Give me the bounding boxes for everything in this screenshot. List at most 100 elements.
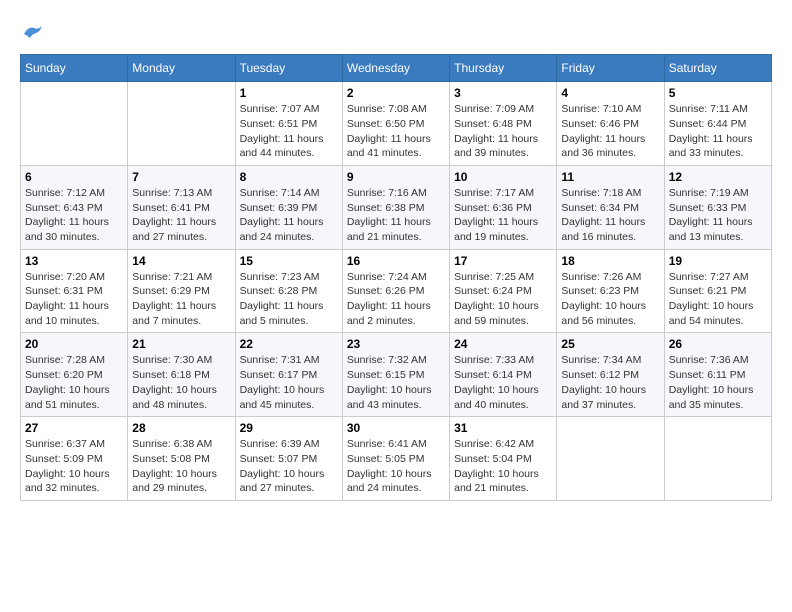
day-number: 28 [132,421,230,435]
day-number: 21 [132,337,230,351]
calendar-day-cell: 9 Sunrise: 7:16 AM Sunset: 6:38 PM Daylig… [342,165,449,249]
day-info: Sunrise: 6:38 AM Sunset: 5:08 PM Dayligh… [132,437,230,496]
day-info: Sunrise: 7:30 AM Sunset: 6:18 PM Dayligh… [132,353,230,412]
day-number: 27 [25,421,123,435]
calendar-day-cell: 22 Sunrise: 7:31 AM Sunset: 6:17 PM Dayli… [235,333,342,417]
day-number: 1 [240,86,338,100]
calendar-week-row: 6Sunrise: 7:12 AM Sunset: 6:43 PM Daylig… [21,165,772,249]
day-number: 26 [669,337,767,351]
day-number: 9 [347,170,445,184]
calendar-day-cell [21,82,128,166]
day-info: Sunrise: 7:09 AM Sunset: 6:48 PM Dayligh… [454,102,552,161]
calendar-day-cell: 10 Sunrise: 7:17 AM Sunset: 6:36 PM Dayli… [450,165,557,249]
day-info: Sunrise: 7:25 AM Sunset: 6:24 PM Dayligh… [454,270,552,329]
day-of-week-header: Friday [557,55,664,82]
day-number: 20 [25,337,123,351]
day-number: 14 [132,254,230,268]
calendar-day-cell: 14Sunrise: 7:21 AM Sunset: 6:29 PM Dayli… [128,249,235,333]
day-info: Sunrise: 7:07 AM Sunset: 6:51 PM Dayligh… [240,102,338,161]
calendar-day-cell: 18 Sunrise: 7:26 AM Sunset: 6:23 PM Dayli… [557,249,664,333]
day-info: Sunrise: 7:24 AM Sunset: 6:26 PM Dayligh… [347,270,445,329]
day-info: Sunrise: 7:16 AM Sunset: 6:38 PM Dayligh… [347,186,445,245]
calendar-day-cell: 26 Sunrise: 7:36 AM Sunset: 6:11 PM Dayli… [664,333,771,417]
calendar-day-cell: 7 Sunrise: 7:13 AM Sunset: 6:41 PM Daylig… [128,165,235,249]
day-info: Sunrise: 6:41 AM Sunset: 5:05 PM Dayligh… [347,437,445,496]
day-number: 15 [240,254,338,268]
calendar-day-cell: 28 Sunrise: 6:38 AM Sunset: 5:08 PM Dayli… [128,417,235,501]
logo-bird-icon [22,24,44,42]
day-info: Sunrise: 7:34 AM Sunset: 6:12 PM Dayligh… [561,353,659,412]
day-info: Sunrise: 7:27 AM Sunset: 6:21 PM Dayligh… [669,270,767,329]
day-info: Sunrise: 7:08 AM Sunset: 6:50 PM Dayligh… [347,102,445,161]
day-of-week-header: Wednesday [342,55,449,82]
day-of-week-header: Thursday [450,55,557,82]
calendar-day-cell [664,417,771,501]
calendar-day-cell: 13 Sunrise: 7:20 AM Sunset: 6:31 PM Dayli… [21,249,128,333]
day-number: 23 [347,337,445,351]
day-number: 3 [454,86,552,100]
calendar-day-cell: 31Sunrise: 6:42 AM Sunset: 5:04 PM Dayli… [450,417,557,501]
day-number: 25 [561,337,659,351]
day-number: 7 [132,170,230,184]
day-info: Sunrise: 7:23 AM Sunset: 6:28 PM Dayligh… [240,270,338,329]
logo [20,20,44,44]
calendar-table: SundayMondayTuesdayWednesdayThursdayFrid… [20,54,772,501]
day-number: 11 [561,170,659,184]
calendar-day-cell: 12Sunrise: 7:19 AM Sunset: 6:33 PM Dayli… [664,165,771,249]
calendar-day-cell: 16 Sunrise: 7:24 AM Sunset: 6:26 PM Dayli… [342,249,449,333]
day-of-week-header: Sunday [21,55,128,82]
day-number: 12 [669,170,767,184]
day-number: 13 [25,254,123,268]
calendar-week-row: 13 Sunrise: 7:20 AM Sunset: 6:31 PM Dayli… [21,249,772,333]
day-number: 2 [347,86,445,100]
calendar-day-cell: 23 Sunrise: 7:32 AM Sunset: 6:15 PM Dayli… [342,333,449,417]
day-of-week-header: Tuesday [235,55,342,82]
day-number: 5 [669,86,767,100]
day-info: Sunrise: 7:17 AM Sunset: 6:36 PM Dayligh… [454,186,552,245]
day-info: Sunrise: 7:11 AM Sunset: 6:44 PM Dayligh… [669,102,767,161]
day-number: 16 [347,254,445,268]
day-info: Sunrise: 7:10 AM Sunset: 6:46 PM Dayligh… [561,102,659,161]
day-number: 18 [561,254,659,268]
day-info: Sunrise: 7:31 AM Sunset: 6:17 PM Dayligh… [240,353,338,412]
day-info: Sunrise: 6:39 AM Sunset: 5:07 PM Dayligh… [240,437,338,496]
calendar-day-cell: 4 Sunrise: 7:10 AM Sunset: 6:46 PM Daylig… [557,82,664,166]
day-info: Sunrise: 7:20 AM Sunset: 6:31 PM Dayligh… [25,270,123,329]
calendar-day-cell: 27 Sunrise: 6:37 AM Sunset: 5:09 PM Dayli… [21,417,128,501]
day-info: Sunrise: 6:37 AM Sunset: 5:09 PM Dayligh… [25,437,123,496]
day-info: Sunrise: 7:13 AM Sunset: 6:41 PM Dayligh… [132,186,230,245]
calendar-day-cell: 29Sunrise: 6:39 AM Sunset: 5:07 PM Dayli… [235,417,342,501]
calendar-day-cell: 20 Sunrise: 7:28 AM Sunset: 6:20 PM Dayli… [21,333,128,417]
day-number: 19 [669,254,767,268]
day-info: Sunrise: 7:18 AM Sunset: 6:34 PM Dayligh… [561,186,659,245]
day-info: Sunrise: 7:33 AM Sunset: 6:14 PM Dayligh… [454,353,552,412]
page-header [20,20,772,44]
day-info: Sunrise: 6:42 AM Sunset: 5:04 PM Dayligh… [454,437,552,496]
day-info: Sunrise: 7:14 AM Sunset: 6:39 PM Dayligh… [240,186,338,245]
calendar-day-cell: 30 Sunrise: 6:41 AM Sunset: 5:05 PM Dayli… [342,417,449,501]
day-info: Sunrise: 7:28 AM Sunset: 6:20 PM Dayligh… [25,353,123,412]
day-info: Sunrise: 7:32 AM Sunset: 6:15 PM Dayligh… [347,353,445,412]
calendar-day-cell: 1 Sunrise: 7:07 AM Sunset: 6:51 PM Daylig… [235,82,342,166]
day-number: 8 [240,170,338,184]
calendar-week-row: 1 Sunrise: 7:07 AM Sunset: 6:51 PM Daylig… [21,82,772,166]
calendar-day-cell: 11 Sunrise: 7:18 AM Sunset: 6:34 PM Dayli… [557,165,664,249]
day-of-week-header: Monday [128,55,235,82]
calendar-day-cell: 8 Sunrise: 7:14 AM Sunset: 6:39 PM Daylig… [235,165,342,249]
day-number: 30 [347,421,445,435]
calendar-day-cell: 21 Sunrise: 7:30 AM Sunset: 6:18 PM Dayli… [128,333,235,417]
day-info: Sunrise: 7:36 AM Sunset: 6:11 PM Dayligh… [669,353,767,412]
calendar-header-row: SundayMondayTuesdayWednesdayThursdayFrid… [21,55,772,82]
calendar-week-row: 27 Sunrise: 6:37 AM Sunset: 5:09 PM Dayli… [21,417,772,501]
calendar-week-row: 20 Sunrise: 7:28 AM Sunset: 6:20 PM Dayli… [21,333,772,417]
calendar-day-cell: 2 Sunrise: 7:08 AM Sunset: 6:50 PM Daylig… [342,82,449,166]
day-of-week-header: Saturday [664,55,771,82]
day-info: Sunrise: 7:26 AM Sunset: 6:23 PM Dayligh… [561,270,659,329]
calendar-day-cell: 5 Sunrise: 7:11 AM Sunset: 6:44 PM Daylig… [664,82,771,166]
logo-text [20,20,44,44]
day-info: Sunrise: 7:12 AM Sunset: 6:43 PM Dayligh… [25,186,123,245]
day-number: 4 [561,86,659,100]
day-number: 22 [240,337,338,351]
calendar-day-cell [557,417,664,501]
day-number: 10 [454,170,552,184]
